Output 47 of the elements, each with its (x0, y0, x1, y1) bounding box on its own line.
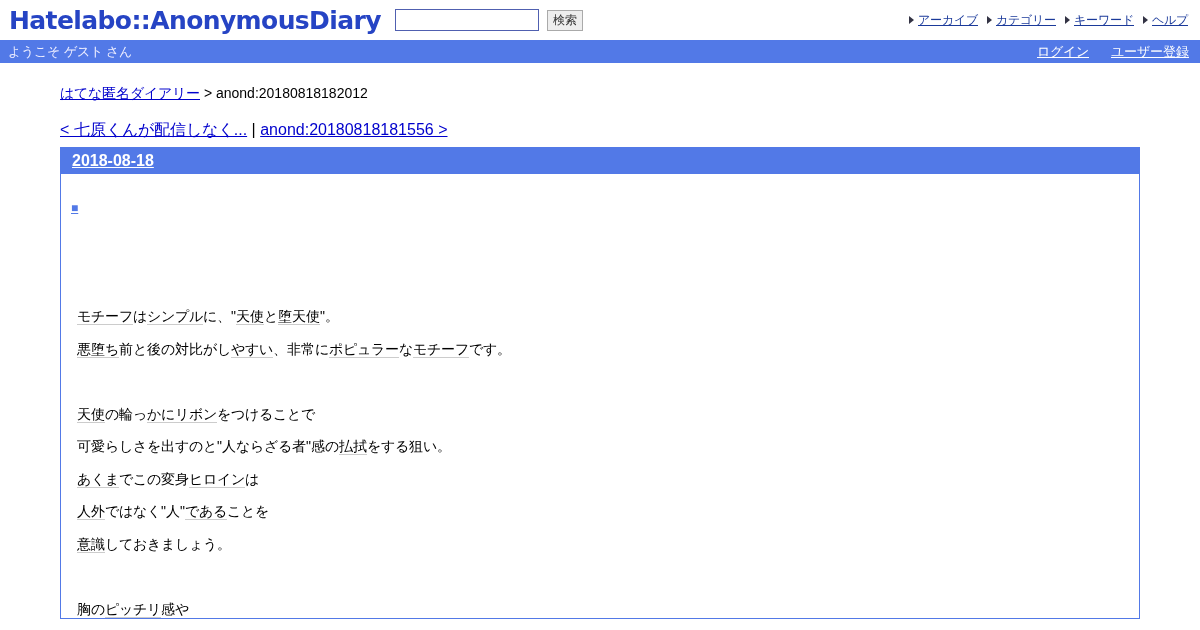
search-field[interactable] (394, 9, 539, 31)
arrow-icon (1143, 16, 1148, 24)
section-link[interactable]: ■ (71, 201, 79, 215)
keyword-link[interactable]: 堕天使 (278, 308, 320, 325)
keyword-link[interactable]: である (184, 503, 227, 520)
breadcrumb-separator: > (203, 85, 213, 101)
arrow-icon (909, 16, 914, 24)
nav-link[interactable]: キーワード (1074, 11, 1134, 29)
pager-separator: | (251, 121, 256, 138)
body-text: モチーフ はシンプルに、"天使 と堕天使"。 (77, 307, 340, 327)
body-text: 天使の輪っかにリボンをつけることで (77, 404, 316, 425)
previous-entry-link[interactable]: < 七原くんが配信しなく... (60, 121, 248, 138)
arrow-icon (987, 16, 992, 24)
keyword-link[interactable]: ヒロイン (189, 470, 245, 488)
arrow-icon (1065, 16, 1070, 24)
keyword-link[interactable]: シンプル (147, 308, 203, 325)
body-text: 胸のピッチリ 感や (77, 599, 190, 618)
keyword-link[interactable]: モチーフ (413, 340, 469, 358)
next-entry-link[interactable]: anond:20180818181556 > (260, 121, 448, 138)
keyword-link[interactable]: 人外 (77, 503, 105, 520)
keyword-link[interactable]: 天使 (236, 308, 264, 325)
breadcrumb-link[interactable]: はてな匿名ダイアリー (60, 85, 200, 101)
body-text: 悪堕ち前と後の対比がしやすい、非常にポピュラーなモチーフ です。 (77, 339, 512, 360)
account-link[interactable]: ログイン (1037, 42, 1089, 61)
keyword-link[interactable]: 払拭 (338, 438, 367, 455)
body-text: あくま でこの変身ヒロインは (77, 469, 260, 490)
keyword-link[interactable]: 意識 (77, 535, 105, 553)
welcome-text: ようこそ ゲスト さん (8, 42, 133, 61)
body-text: 人外ではなく"人"である ことを (77, 502, 270, 522)
site-logo[interactable]: Hatelabo::AnonymousDiary (9, 5, 381, 35)
nav-link[interactable]: アーカイブ (918, 11, 978, 29)
current-entry-id: anond:20180818182012 (215, 85, 368, 101)
keyword-link[interactable]: モチーフ (77, 308, 133, 325)
keyword-link[interactable]: かにリボン (147, 405, 217, 423)
keyword-link[interactable]: ピッチリ (105, 600, 161, 618)
date-link[interactable]: 2018-08-18 (72, 152, 154, 170)
keyword-link[interactable]: やすい (231, 340, 273, 358)
nav-link[interactable]: ヘルプ (1152, 11, 1188, 29)
nav-link[interactable]: カテゴリー (996, 11, 1056, 29)
keyword-link[interactable]: 悪堕ち (77, 340, 119, 358)
account-link[interactable]: ユーザー登録 (1111, 42, 1189, 61)
body-text: 可愛らしさを出すのと"人ならざる者"感の払拭をする狙い。 (77, 437, 452, 457)
body-text: 意識しておきましょう。 (77, 534, 232, 555)
search-button[interactable]: 検索 (546, 9, 583, 31)
keyword-link[interactable]: あくま (77, 470, 119, 488)
keyword-link[interactable]: 天使 (77, 405, 105, 423)
keyword-link[interactable]: ポピュラー (329, 340, 399, 358)
